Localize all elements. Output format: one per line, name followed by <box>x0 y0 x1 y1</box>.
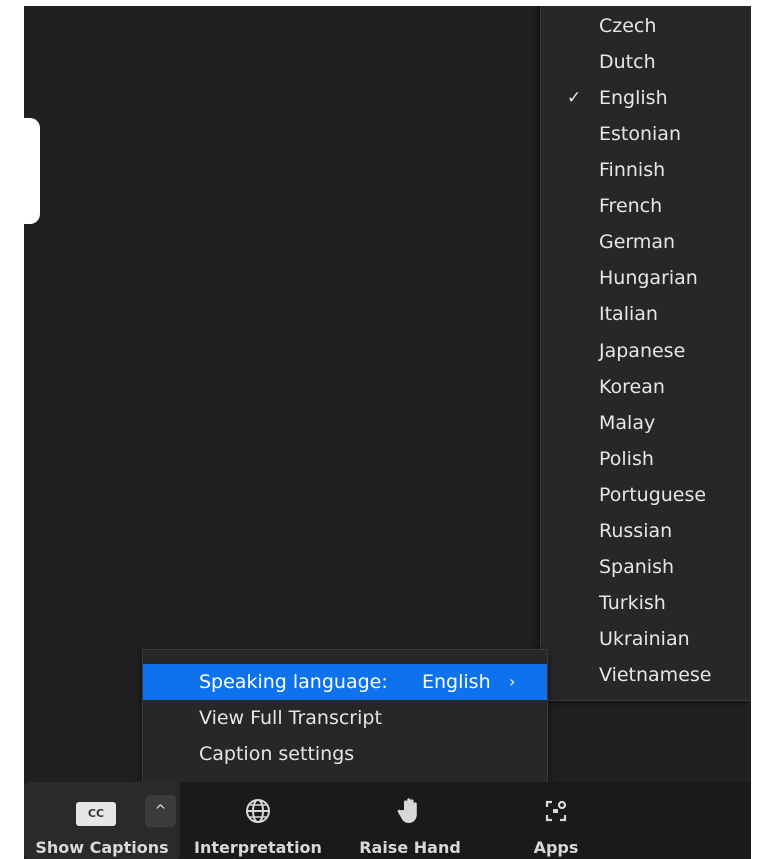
language-option-ukrainian[interactable]: Ukrainian <box>541 621 751 657</box>
language-option-english[interactable]: ✓ English <box>541 80 751 116</box>
chevron-right-icon: › <box>509 672 516 691</box>
language-option-vietnamese[interactable]: Vietnamese <box>541 657 751 693</box>
language-label: Estonian <box>599 123 681 145</box>
speaking-language-submenu: Czech Dutch ✓ English Estonian Finnish F… <box>540 6 751 701</box>
language-label: Hungarian <box>599 267 698 289</box>
language-label: French <box>599 195 663 217</box>
language-option-spanish[interactable]: Spanish <box>541 549 751 585</box>
raise-hand-label: Raise Hand <box>359 838 461 857</box>
language-label: Malay <box>599 412 656 434</box>
language-label: Korean <box>599 376 665 398</box>
language-label: English <box>599 87 668 109</box>
hand-icon <box>397 798 417 823</box>
language-label: Finnish <box>599 159 666 181</box>
language-option-czech[interactable]: Czech <box>541 8 751 44</box>
language-label: Polish <box>599 448 654 470</box>
language-label: Ukrainian <box>599 628 690 650</box>
interpretation-label: Interpretation <box>194 838 322 857</box>
speaking-language-label: Speaking language: <box>199 671 388 693</box>
language-option-japanese[interactable]: Japanese <box>541 333 751 369</box>
captions-menu: Speaking language: English › View Full T… <box>142 649 548 783</box>
speaking-language-value: English <box>422 671 491 693</box>
show-captions-label: Show Captions <box>35 838 169 857</box>
language-option-portuguese[interactable]: Portuguese <box>541 477 751 513</box>
caption-settings-item[interactable]: Caption settings <box>143 736 547 772</box>
language-option-german[interactable]: German <box>541 224 751 260</box>
view-full-transcript-label: View Full Transcript <box>199 707 382 729</box>
language-option-dutch[interactable]: Dutch <box>541 44 751 80</box>
language-label: Turkish <box>599 592 666 614</box>
language-label: Portuguese <box>599 484 707 506</box>
speaking-language-item[interactable]: Speaking language: English › <box>143 664 547 700</box>
language-label: Italian <box>599 303 658 325</box>
apps-icon <box>545 800 567 822</box>
check-icon: ✓ <box>567 88 582 108</box>
language-option-polish[interactable]: Polish <box>541 441 751 477</box>
show-captions-button[interactable]: CC ^ Show Captions <box>24 782 180 859</box>
language-label: German <box>599 231 676 253</box>
cc-icon: CC <box>76 802 116 826</box>
apps-button[interactable]: Apps <box>506 782 606 859</box>
language-label: Spanish <box>599 556 675 578</box>
meeting-window: Czech Dutch ✓ English Estonian Finnish F… <box>24 6 751 859</box>
view-full-transcript-item[interactable]: View Full Transcript <box>143 700 547 736</box>
language-option-italian[interactable]: Italian <box>541 296 751 332</box>
language-option-turkish[interactable]: Turkish <box>541 585 751 621</box>
language-option-malay[interactable]: Malay <box>541 405 751 441</box>
language-label: Vietnamese <box>599 664 712 686</box>
language-option-french[interactable]: French <box>541 188 751 224</box>
language-label: Japanese <box>599 340 686 362</box>
apps-label: Apps <box>533 838 579 857</box>
language-label: Dutch <box>599 51 656 73</box>
language-option-korean[interactable]: Korean <box>541 369 751 405</box>
video-tile <box>24 118 40 224</box>
interpretation-button[interactable]: Interpretation <box>190 782 326 859</box>
language-option-russian[interactable]: Russian <box>541 513 751 549</box>
language-option-estonian[interactable]: Estonian <box>541 116 751 152</box>
language-option-hungarian[interactable]: Hungarian <box>541 260 751 296</box>
language-label: Russian <box>599 520 673 542</box>
raise-hand-button[interactable]: Raise Hand <box>346 782 474 859</box>
globe-icon <box>246 799 270 823</box>
chevron-up-icon[interactable]: ^ <box>145 795 176 827</box>
caption-settings-label: Caption settings <box>199 743 355 765</box>
language-option-finnish[interactable]: Finnish <box>541 152 751 188</box>
language-label: Czech <box>599 15 657 37</box>
meeting-toolbar: CC ^ Show Captions Interpretation Raise … <box>24 782 751 859</box>
